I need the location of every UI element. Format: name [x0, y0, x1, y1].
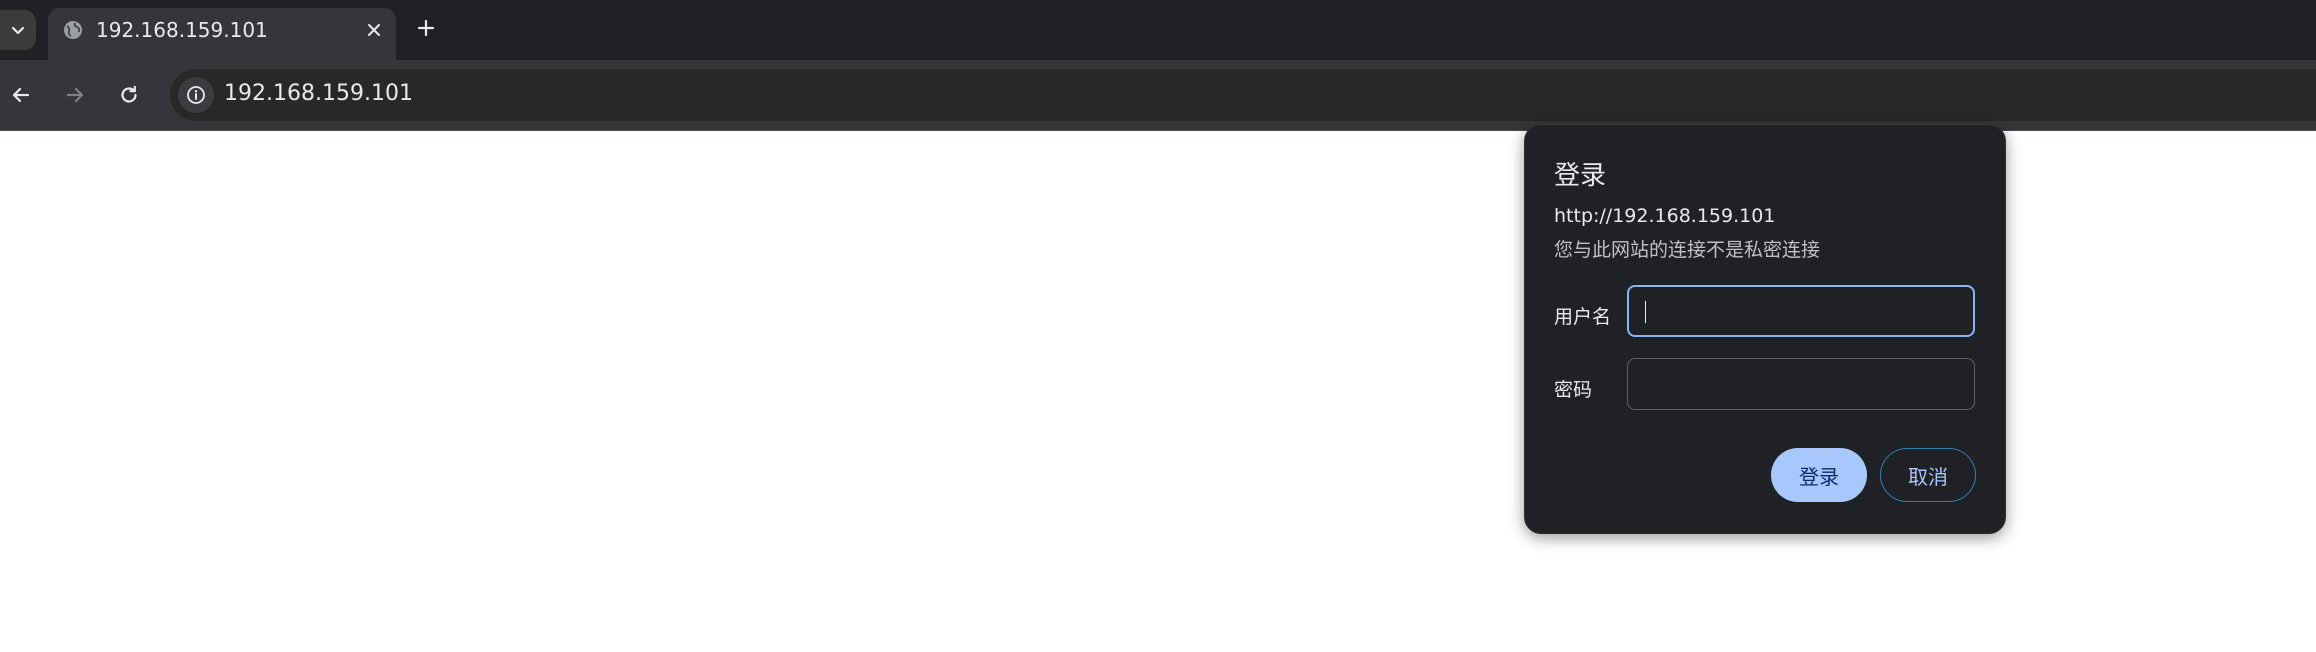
tab-title: 192.168.159.101 — [96, 18, 268, 42]
username-input[interactable] — [1627, 285, 1975, 337]
password-input[interactable] — [1627, 358, 1975, 410]
reload-icon — [121, 85, 137, 103]
forward-arrow-icon — [66, 87, 84, 103]
back-button[interactable] — [3, 77, 39, 113]
dialog-origin: http://192.168.159.101 — [1554, 205, 1776, 227]
login-button[interactable]: 登录 — [1771, 448, 1867, 502]
dialog-warning: 您与此网站的连接不是私密连接 — [1554, 239, 1821, 261]
toolbar: 192.168.159.101 — [0, 60, 2316, 131]
address-bar[interactable]: 192.168.159.101 — [170, 69, 2316, 121]
dialog-title: 登录 — [1554, 161, 1607, 191]
url-text: 192.168.159.101 — [224, 81, 413, 106]
tab-active[interactable]: 192.168.159.101 — [48, 8, 396, 60]
close-icon — [368, 24, 380, 36]
forward-button[interactable] — [57, 77, 93, 113]
globe-icon — [64, 21, 82, 39]
cancel-button[interactable]: 取消 — [1880, 448, 1976, 502]
info-icon — [187, 86, 205, 104]
site-info-button[interactable] — [178, 77, 214, 113]
auth-dialog: 登录 http://192.168.159.101 您与此网站的连接不是私密连接… — [1525, 125, 2005, 533]
reload-button[interactable] — [111, 77, 147, 113]
tab-search-button[interactable] — [0, 10, 36, 50]
tab-strip: 192.168.159.101 — [0, 0, 2316, 60]
text-caret — [1645, 301, 1646, 323]
password-label: 密码 — [1554, 379, 1593, 401]
username-label: 用户名 — [1554, 306, 1612, 328]
new-tab-button[interactable] — [412, 14, 440, 42]
plus-icon — [417, 19, 435, 37]
tab-search-icon — [11, 26, 25, 35]
tab-close-button[interactable] — [362, 18, 386, 42]
back-arrow-icon — [12, 87, 30, 103]
